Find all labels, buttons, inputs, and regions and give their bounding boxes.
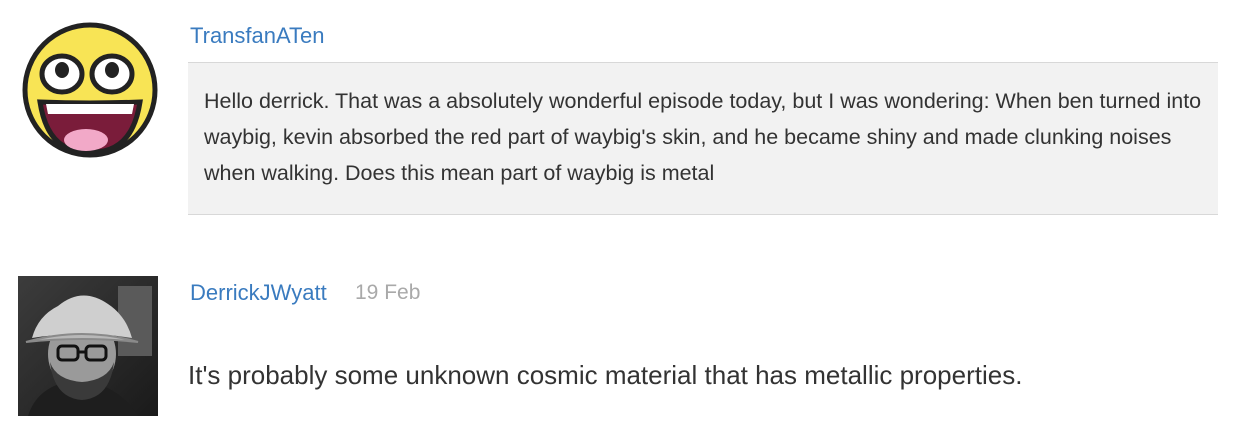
comment-author-link[interactable]: DerrickJWyatt xyxy=(190,280,327,306)
comment-author-link[interactable]: TransfanATen xyxy=(190,23,325,49)
comment-text: It's probably some unknown cosmic materi… xyxy=(188,360,1023,390)
comment-thread: TransfanATen Hello derrick. That was a a… xyxy=(0,0,1238,434)
comment-date: 19 Feb xyxy=(355,281,421,304)
smiley-face-icon[interactable] xyxy=(22,22,158,158)
comment-body-box: Hello derrick. That was a absolutely won… xyxy=(188,62,1218,215)
user-avatar-photo[interactable] xyxy=(18,276,158,416)
comment-text: Hello derrick. That was a absolutely won… xyxy=(204,89,1202,185)
